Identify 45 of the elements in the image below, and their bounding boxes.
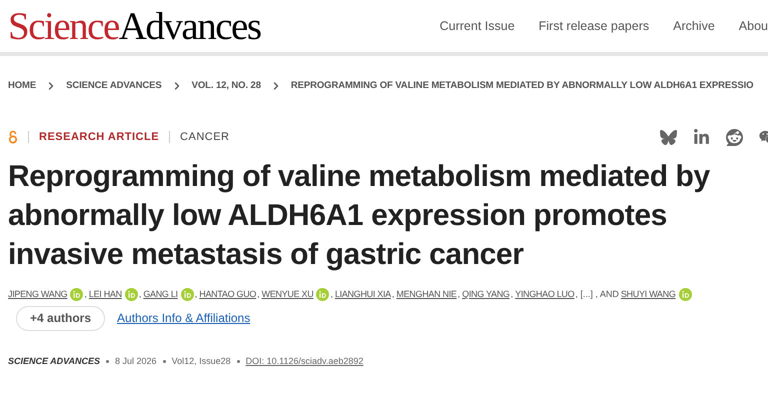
orcid-icon[interactable] xyxy=(124,288,138,302)
affiliations-link[interactable]: Authors Info & Affiliations xyxy=(117,309,250,327)
author-link[interactable]: MENGHAN NIE xyxy=(396,288,457,302)
author-separator: , xyxy=(458,288,460,301)
author-link[interactable]: QING YANG xyxy=(462,288,510,302)
orcid-icon[interactable] xyxy=(678,288,692,302)
author-separator: , [...] , AND xyxy=(575,288,619,301)
breadcrumb-link[interactable]: VOL. 12, NO. 28 xyxy=(192,78,261,94)
doi-link[interactable]: DOI: 10.1126/sciadv.aeb2892 xyxy=(246,354,364,368)
orcid-icon[interactable] xyxy=(180,288,194,302)
orcid-icon[interactable] xyxy=(316,288,330,302)
nav-link[interactable]: Archive xyxy=(673,16,715,36)
author-separator: , xyxy=(257,288,260,301)
author-link[interactable]: LEI HAN xyxy=(88,288,122,302)
author-link[interactable]: GANG LI xyxy=(143,288,178,302)
journal-name: SCIENCE ADVANCES xyxy=(8,354,100,368)
author-link[interactable]: HANTAO GUO xyxy=(199,288,256,302)
author-link[interactable]: LIANGHUI XIA xyxy=(334,288,391,302)
orcid-icon[interactable] xyxy=(70,288,84,302)
breadcrumb-link[interactable]: REPROGRAMMING OF VALINE METABOLISM MEDIATED BY ABNORMALLY LOW ALDH6A1 EXPRESSIO xyxy=(290,78,754,94)
publication-date: 8 Jul 2026 xyxy=(115,354,157,368)
butterfly-icon[interactable] xyxy=(660,128,677,146)
author-link[interactable]: JIPENG WANG xyxy=(8,288,68,302)
journal-logo[interactable]: ScienceAdvances xyxy=(8,6,261,46)
author-link[interactable]: SHUYI WANG xyxy=(620,288,676,302)
subject-label: CANCER xyxy=(180,130,230,145)
author-separator: , xyxy=(84,288,87,301)
article-type: RESEARCH ARTICLE xyxy=(39,130,160,145)
author-separator: , xyxy=(392,288,394,301)
author-separator: , xyxy=(194,288,198,301)
breadcrumb-link[interactable]: SCIENCE ADVANCES xyxy=(66,78,162,94)
nav-link[interactable]: Abou xyxy=(738,16,768,36)
issue-label: Vol12, Issue28 xyxy=(172,354,231,368)
more-authors-button[interactable]: +4 authors xyxy=(16,306,106,330)
nav-link[interactable]: Current Issue xyxy=(440,16,515,36)
linkedin-icon[interactable] xyxy=(693,128,710,146)
author-link[interactable]: YINGHAO LUO xyxy=(515,288,574,302)
author-separator: , xyxy=(510,288,514,301)
reddit-icon[interactable] xyxy=(726,128,743,146)
author-link[interactable]: WENYUE XU xyxy=(262,288,314,302)
nav-link[interactable]: First release papers xyxy=(538,16,650,36)
author-separator: , xyxy=(138,288,142,301)
breadcrumb-link[interactable]: HOME xyxy=(8,78,36,94)
author-separator: , xyxy=(330,288,333,301)
article-title: Reprogramming of valine metabolism mediated by abnormally low ALDH6A1 expression promotes invasive metastasis of gastric cancer xyxy=(7,159,711,273)
